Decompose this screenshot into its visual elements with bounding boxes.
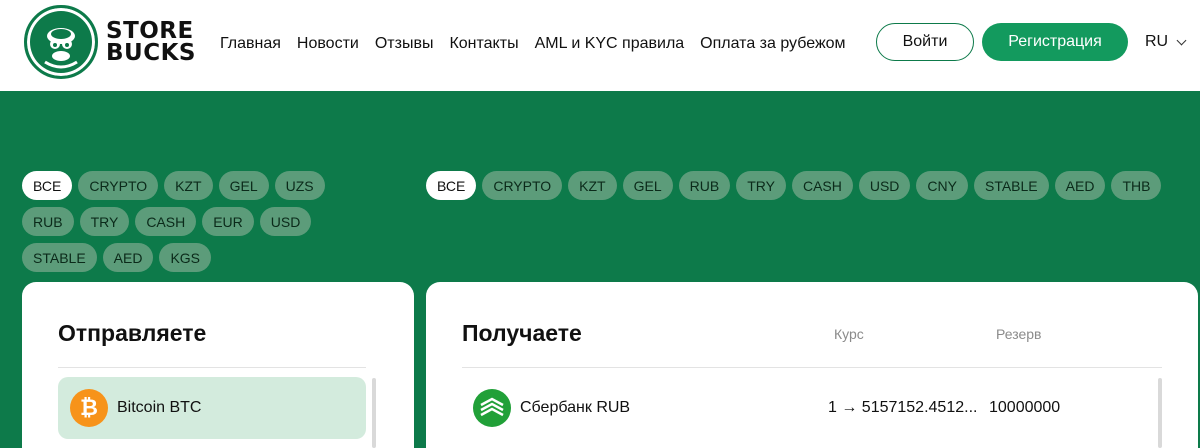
- nav-aml-kyc[interactable]: AML и KYC правила: [535, 35, 685, 53]
- receive-filter-aed[interactable]: AED: [1054, 171, 1106, 200]
- send-currency-filters: ВСЕ CRYPTO KZT GEL UZS RUB TRY CASH EUR …: [22, 171, 382, 272]
- receive-item-label: Сбербанк RUB: [520, 399, 631, 416]
- send-filter-crypto[interactable]: CRYPTO: [78, 171, 159, 200]
- nav-reviews[interactable]: Отзывы: [375, 35, 434, 53]
- receive-filter-cny[interactable]: CNY: [916, 171, 968, 200]
- logo[interactable]: STORE BUCKS: [24, 5, 196, 79]
- receive-filter-crypto[interactable]: CRYPTO: [482, 171, 563, 200]
- send-filter-cash[interactable]: CASH: [135, 207, 197, 236]
- nav-contacts[interactable]: Контакты: [449, 35, 518, 53]
- send-panel: Отправляете ₿ Bitcoin BTC: [22, 282, 414, 448]
- receive-title: Получаете: [462, 320, 582, 346]
- receive-filter-rub[interactable]: RUB: [678, 171, 731, 200]
- register-button[interactable]: Регистрация: [982, 23, 1128, 61]
- receive-filter-try[interactable]: TRY: [736, 171, 786, 200]
- receive-filter-cash[interactable]: CASH: [791, 171, 853, 200]
- receive-filter-thb[interactable]: THB: [1111, 171, 1162, 200]
- sberbank-icon: [473, 389, 511, 427]
- send-divider: [58, 367, 366, 368]
- send-item-label: Bitcoin BTC: [117, 399, 202, 416]
- send-filter-aed[interactable]: AED: [102, 243, 154, 272]
- receive-filter-all[interactable]: ВСЕ: [426, 171, 477, 200]
- login-button[interactable]: Войти: [876, 23, 974, 61]
- language-code: RU: [1145, 33, 1169, 50]
- nav-home[interactable]: Главная: [220, 35, 281, 53]
- send-scrollbar[interactable]: [372, 378, 376, 448]
- send-filter-uzs[interactable]: UZS: [274, 171, 325, 200]
- send-item-bitcoin[interactable]: ₿ Bitcoin BTC: [58, 377, 366, 439]
- receive-filter-gel[interactable]: GEL: [622, 171, 673, 200]
- nav-news[interactable]: Новости: [297, 35, 359, 53]
- language-selector[interactable]: RU: [1145, 33, 1187, 51]
- send-filter-usd[interactable]: USD: [259, 207, 312, 236]
- receive-filter-stable[interactable]: STABLE: [973, 171, 1049, 200]
- reserve-amount: 10000000: [989, 399, 1061, 416]
- nav-payment-abroad[interactable]: Оплата за рубежом: [700, 35, 845, 53]
- receive-filter-usd[interactable]: USD: [858, 171, 911, 200]
- send-title: Отправляете: [58, 320, 207, 346]
- send-filter-gel[interactable]: GEL: [218, 171, 269, 200]
- site-header: STORE BUCKS Главная Новости Отзывы Конта…: [0, 0, 1200, 91]
- reserve-column-header: Резерв: [996, 326, 1042, 342]
- chevron-down-icon: [1176, 35, 1187, 45]
- receive-filter-kzt[interactable]: KZT: [568, 171, 617, 200]
- send-filter-kgs[interactable]: KGS: [159, 243, 212, 272]
- duck-mascot-icon: [24, 5, 98, 79]
- send-filter-eur[interactable]: EUR: [202, 207, 254, 236]
- exchange-rate: 1 → 5157152.4512...: [828, 399, 978, 416]
- send-filter-rub[interactable]: RUB: [22, 207, 74, 236]
- send-filter-all[interactable]: ВСЕ: [22, 171, 73, 200]
- receive-panel: Получаете Курс Резерв Сбербанк RUB 1 → 5…: [426, 282, 1198, 448]
- receive-item-sberbank[interactable]: Сбербанк RUB: [473, 388, 630, 428]
- send-filter-kzt[interactable]: KZT: [164, 171, 213, 200]
- brand-name: STORE BUCKS: [106, 18, 196, 66]
- brand-line-2: BUCKS: [106, 40, 196, 66]
- rate-column-header: Курс: [834, 326, 864, 342]
- receive-currency-filters: ВСЕ CRYPTO KZT GEL RUB TRY CASH USD CNY …: [426, 171, 1186, 200]
- brand-line-1: STORE: [106, 18, 194, 44]
- receive-divider: [462, 367, 1162, 368]
- send-filter-try[interactable]: TRY: [79, 207, 130, 236]
- send-filter-stable[interactable]: STABLE: [22, 243, 97, 272]
- bitcoin-icon: ₿: [70, 389, 108, 427]
- main-nav: Главная Новости Отзывы Контакты AML и KY…: [220, 35, 846, 53]
- receive-scrollbar[interactable]: [1158, 378, 1162, 448]
